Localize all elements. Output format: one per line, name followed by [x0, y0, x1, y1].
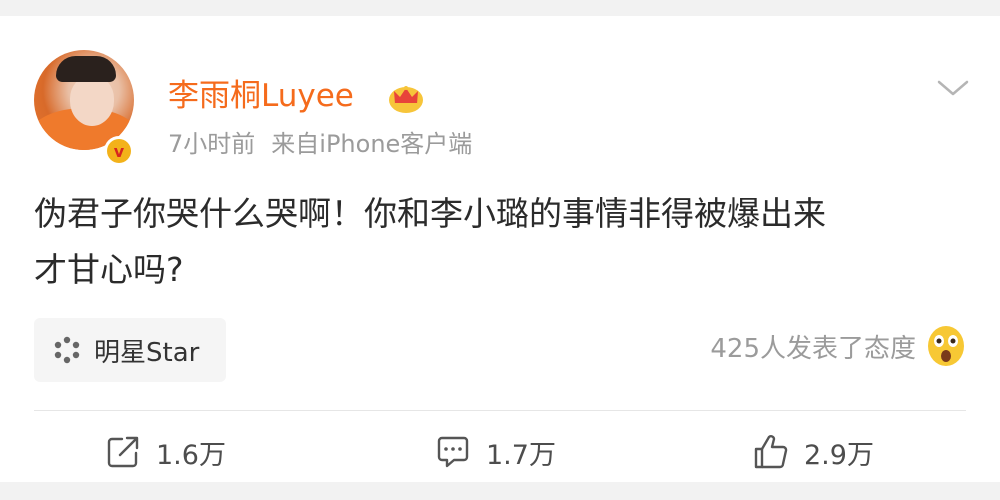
post-time: 7小时前 — [168, 130, 256, 158]
topic-chip[interactable]: 明星Star — [34, 318, 226, 382]
shocked-face-icon — [928, 326, 964, 366]
crown-icon — [389, 86, 423, 113]
comment-count: 1.7万 — [486, 439, 556, 471]
verified-badge: v — [104, 136, 134, 166]
dots-icon — [54, 336, 80, 364]
avatar-hair — [56, 56, 116, 82]
topic-label: 明星Star — [94, 337, 200, 368]
attitude-summary[interactable]: 425人发表了态度 — [710, 324, 966, 368]
repost-count: 1.6万 — [156, 439, 226, 471]
post-text: 伪君子你哭什么哭啊！你和李小璐的事情非得被爆出来 才甘心吗? — [34, 186, 974, 298]
post-source: 来自iPhone客户端 — [271, 130, 473, 158]
post-meta: 7小时前 来自iPhone客户端 — [168, 126, 472, 162]
verified-mark: v — [107, 139, 131, 163]
like-icon — [754, 435, 788, 469]
divider — [34, 410, 966, 411]
repost-button[interactable]: 1.6万 — [104, 428, 226, 476]
chevron-down-icon[interactable] — [936, 74, 970, 100]
post-text-line: 才甘心吗? — [34, 250, 184, 289]
username[interactable]: 李雨桐Luyee — [168, 76, 354, 116]
like-count: 2.9万 — [804, 439, 874, 471]
like-button[interactable]: 2.9万 — [752, 428, 874, 476]
avatar-face — [70, 76, 114, 126]
post-text-line: 伪君子你哭什么哭啊！你和李小璐的事情非得被爆出来 — [34, 194, 826, 233]
repost-icon — [107, 436, 139, 468]
weibo-post-card: v 李雨桐Luyee 7小时前 来自iPhone客户端 伪君子你哭什么哭啊！你和李… — [0, 16, 1000, 482]
attitude-text: 425人发表了态度 — [710, 333, 916, 364]
avatar[interactable] — [34, 50, 134, 150]
comment-button[interactable]: 1.7万 — [434, 428, 556, 476]
comment-icon — [437, 436, 469, 468]
